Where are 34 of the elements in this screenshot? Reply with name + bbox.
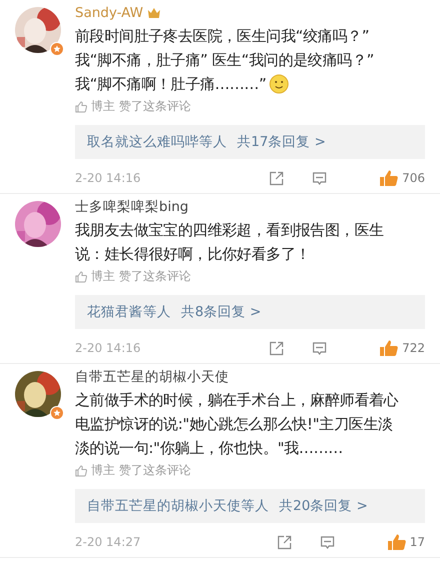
reply-summary-link[interactable]: 花猫君酱等人 共8条回复 > — [75, 295, 425, 329]
reply-summary-link[interactable]: 自带五芒星的胡椒小天使等人 共20条回复 > — [75, 489, 425, 523]
liked-by-label: 博主 — [91, 98, 115, 115]
liked-note: 赞了这条评论 — [119, 98, 191, 115]
username[interactable]: 自带五芒星的胡椒小天使 — [75, 368, 229, 386]
timestamp: 2-20 14:27 — [75, 535, 142, 549]
reply-summary-link[interactable]: 取名就这么难吗哔等人 共17条回复 > — [75, 125, 425, 159]
thumbs-up-icon — [75, 464, 87, 476]
liked-by-label: 博主 — [91, 462, 115, 479]
share-icon[interactable] — [269, 340, 284, 356]
thumbs-up-icon — [379, 339, 400, 357]
timestamp: 2-20 14:16 — [75, 341, 142, 355]
liked-note: 赞了这条评论 — [119, 268, 191, 285]
like-button[interactable]: 706 — [351, 169, 425, 187]
thumbs-up-icon — [386, 533, 407, 551]
crown-icon — [147, 7, 162, 19]
liked-note: 赞了这条评论 — [119, 462, 191, 479]
share-icon[interactable] — [269, 170, 284, 186]
comment-text: 前段时间肚子疼去医院，医生问我“绞痛吗？” 我“脚不痛，肚子痛” 医生“我问的是绞痛吗？” 我“脚不痛啊！肚子痛………” — [75, 26, 375, 96]
comment-text: 我朋友去做宝宝的四维彩超，看到报告图，医生 说：娃长得很好啊，比你好看多了！ — [75, 220, 385, 265]
like-button[interactable]: 722 — [351, 339, 425, 357]
like-button[interactable]: 17 — [358, 533, 425, 551]
thumbs-up-icon — [379, 169, 400, 187]
comment-icon[interactable] — [320, 534, 335, 550]
thumbs-up-icon — [75, 270, 87, 282]
timestamp: 2-20 14:16 — [75, 171, 142, 185]
comment-text: 之前做手术的时候，躺在手术台上，麻醉师看着心 电监护惊讶的说:"她心跳怎么那么快!"主刀医生淡 淡的说一句:"你躺上，你也快。"我……… — [75, 390, 400, 459]
thumbs-up-icon — [75, 100, 87, 112]
username[interactable]: 士多啤梨啤梨bing — [75, 198, 188, 216]
comment-icon[interactable] — [312, 340, 328, 356]
comment-icon[interactable] — [312, 170, 328, 186]
liked-by-label: 博主 — [91, 268, 115, 285]
share-icon[interactable] — [276, 534, 292, 550]
username[interactable]: Sandy-AW — [75, 5, 144, 21]
